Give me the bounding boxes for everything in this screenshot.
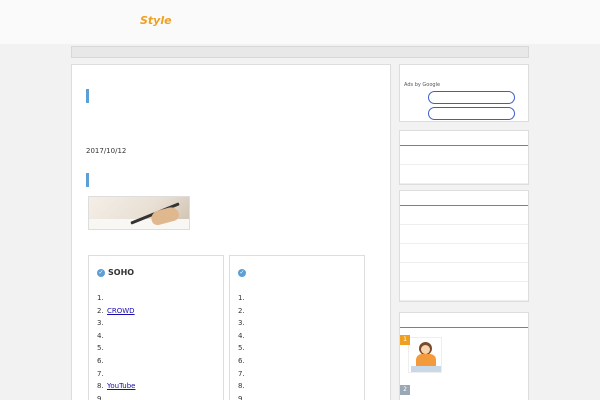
sidebar-link[interactable]	[400, 225, 528, 244]
sidebar-link[interactable]	[400, 263, 528, 282]
list-item[interactable]: 6.	[97, 355, 135, 368]
list-item[interactable]: 5.	[97, 342, 135, 355]
list-item[interactable]: 1.	[238, 292, 248, 305]
list-item[interactable]: 6.	[238, 355, 248, 368]
logo-style-text: Style	[140, 14, 172, 27]
sidebar-link[interactable]	[400, 282, 528, 301]
writing-hand-image	[88, 196, 190, 230]
rank-badge: 2	[400, 385, 410, 395]
global-nav-bar	[71, 46, 529, 58]
check-circle-icon: ✓	[97, 268, 105, 277]
list-item[interactable]: 3.	[238, 317, 248, 330]
category-widget-2	[399, 190, 529, 302]
work-type-list: 1. 2. 3. 4. 5. 6. 7. 8. 9.	[238, 292, 248, 400]
list-item[interactable]: 2.	[238, 305, 248, 318]
list-item[interactable]: 5.	[238, 342, 248, 355]
soho-list-box: ✓ SOHO 1. 2. CROWD 3. 4. 5. 6. 7. 8. YouTub…	[88, 255, 224, 400]
main-content: 2017/10/12 ✓ SOHO 1. 2. CROWD 3. 4. 5. 6. …	[71, 64, 391, 400]
list-item[interactable]: 7.	[238, 368, 248, 381]
update-date-value: 2017/10/12	[86, 147, 127, 155]
list-item[interactable]: 9.	[238, 393, 248, 400]
ads-by-google[interactable]: Ads by Google	[404, 82, 440, 88]
list-item[interactable]: 4.	[238, 330, 248, 343]
sidebar-link[interactable]	[400, 206, 528, 225]
category-widget-2-title	[400, 191, 528, 206]
list-item[interactable]: 7.	[97, 368, 135, 381]
sidebar-link[interactable]	[400, 244, 528, 263]
site-header: Style	[0, 0, 600, 44]
list-item[interactable]: 1.	[97, 292, 135, 305]
ranking-item[interactable]: 1	[400, 335, 530, 385]
ranking-widget: 1 2	[399, 312, 529, 400]
category-widget-1-title	[400, 131, 528, 146]
update-date: 2017/10/12	[86, 147, 126, 155]
list-item[interactable]: 4.	[97, 330, 135, 343]
ad-link-button-1[interactable]	[428, 91, 515, 104]
woman-at-desk-image	[408, 337, 442, 373]
ad-widget-title	[400, 65, 528, 80]
category-widget-1	[399, 130, 529, 185]
rank-badge: 1	[400, 335, 410, 345]
section-title	[86, 173, 95, 187]
article-title	[86, 89, 95, 103]
sidebar: Ads by Google 1 2	[399, 64, 529, 400]
site-logo[interactable]: Style	[76, 10, 186, 38]
soho-list: 1. 2. CROWD 3. 4. 5. 6. 7. 8. YouTube 9.	[97, 292, 135, 400]
list-item[interactable]: 8.	[238, 380, 248, 393]
ad-link-button-2[interactable]	[428, 107, 515, 120]
check-circle-icon: ✓	[238, 268, 246, 277]
work-type-list-box: ✓ 1. 2. 3. 4. 5. 6. 7. 8. 9.	[229, 255, 365, 400]
list-item[interactable]: 2. CROWD	[97, 305, 135, 318]
ad-widget: Ads by Google	[399, 64, 529, 122]
work-type-list-title: ✓	[238, 268, 249, 277]
ranking-widget-title	[400, 313, 528, 328]
list-item[interactable]: 8. YouTube	[97, 380, 135, 393]
ranking-item[interactable]: 2	[400, 385, 530, 400]
list-item[interactable]: 3.	[97, 317, 135, 330]
soho-list-title: ✓ SOHO	[97, 268, 135, 277]
sidebar-link[interactable]	[400, 146, 528, 165]
list-item[interactable]: 9.	[97, 393, 135, 400]
sidebar-link[interactable]	[400, 165, 528, 184]
